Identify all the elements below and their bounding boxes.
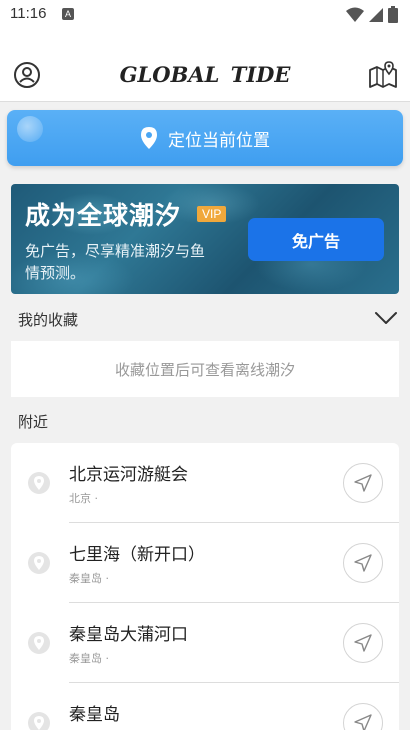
- navigate-button[interactable]: [343, 543, 383, 583]
- station-name: 七里海（新开口）: [69, 545, 205, 565]
- chevron-down-icon[interactable]: [374, 310, 398, 326]
- map-button[interactable]: [368, 60, 398, 90]
- remove-ads-button[interactable]: 免广告: [248, 218, 384, 261]
- list-item[interactable]: 秦皇岛大蒲河口 秦皇岛 ·: [11, 603, 399, 683]
- map-pin-icon: [369, 61, 397, 88]
- list-item[interactable]: 北京运河游艇会 北京 ·: [11, 443, 399, 523]
- navigate-button[interactable]: [343, 703, 383, 730]
- station-name: 秦皇岛: [69, 705, 120, 725]
- favorites-empty-state: 收藏位置后可查看离线潮汐: [11, 341, 399, 397]
- navigation-arrow-icon: [354, 634, 372, 652]
- favorites-title: 我的收藏: [18, 311, 79, 329]
- app-header: GLOBAL TIDE: [0, 30, 410, 102]
- navigate-button[interactable]: [343, 463, 383, 503]
- vip-title: 成为全球潮汐: [25, 201, 182, 230]
- location-pin-icon: [28, 632, 50, 654]
- location-pin-icon: [141, 127, 157, 149]
- navigate-button[interactable]: [343, 623, 383, 663]
- favorites-header[interactable]: 我的收藏: [0, 304, 410, 334]
- location-pin-icon: [28, 712, 50, 730]
- locate-label: 定位当前位置: [168, 130, 270, 151]
- nearby-title: 附近: [18, 413, 49, 431]
- station-name: 北京运河游艇会: [69, 465, 188, 485]
- station-region: 秦皇岛 ·: [69, 652, 109, 665]
- vip-banner[interactable]: 成为全球潮汐 VIP 免广告，尽享精准潮汐与鱼情预测。 免广告: [11, 184, 399, 294]
- status-bar: 11:16 A: [0, 0, 410, 30]
- app-logo: GLOBAL TIDE: [119, 62, 291, 87]
- navigation-arrow-icon: [354, 714, 372, 730]
- nearby-list: 北京运河游艇会 北京 · 七里海（新开口） 秦皇岛 · 秦皇岛大蒲河口 秦皇岛 …: [11, 443, 399, 730]
- station-name: 秦皇岛大蒲河口: [69, 625, 188, 645]
- navigation-arrow-icon: [354, 474, 372, 492]
- notification-badge: A: [62, 8, 74, 20]
- signal-icon: [369, 7, 383, 22]
- status-icons: [346, 6, 398, 23]
- locate-current-position-button[interactable]: 定位当前位置: [7, 110, 403, 166]
- decorative-bubble: [17, 116, 43, 142]
- status-time: 11:16: [10, 5, 47, 22]
- navigation-arrow-icon: [354, 554, 372, 572]
- wifi-icon: [346, 7, 364, 22]
- battery-icon: [388, 6, 398, 23]
- vip-description: 免广告，尽享精准潮汐与鱼情预测。: [25, 242, 206, 282]
- location-pin-icon: [28, 552, 50, 574]
- vip-badge: VIP: [197, 206, 227, 222]
- location-pin-icon: [28, 472, 50, 494]
- station-region: 北京 ·: [69, 492, 98, 505]
- station-region: 秦皇岛 ·: [69, 572, 109, 585]
- list-item[interactable]: 七里海（新开口） 秦皇岛 ·: [11, 523, 399, 603]
- list-item[interactable]: 秦皇岛: [11, 683, 399, 730]
